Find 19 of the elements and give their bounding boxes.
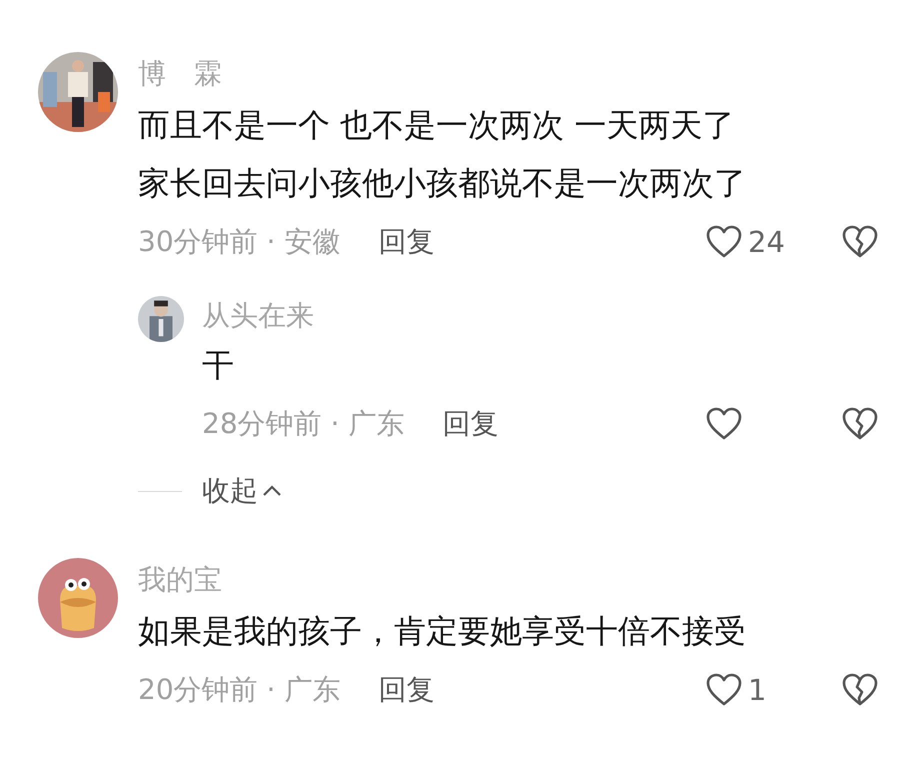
reply-button[interactable]: 回复: [378, 660, 434, 720]
time-location: 30分钟前 · 安徽: [138, 224, 340, 260]
reply-button[interactable]: 回复: [442, 394, 498, 454]
heart-icon[interactable]: [706, 407, 742, 441]
broken-heart-icon[interactable]: [842, 407, 878, 441]
comment-text: 干: [202, 345, 235, 386]
heart-icon[interactable]: [706, 225, 742, 259]
time-location: 28分钟前 · 广东: [202, 406, 404, 442]
broken-heart-icon[interactable]: [842, 225, 878, 259]
heart-icon[interactable]: [706, 673, 742, 707]
like-count: 24: [748, 224, 786, 261]
comment-text: 而且不是一个 也不是一次两次 一天两天了 家长回去问小孩他小孩都说不是一次两次了: [138, 105, 747, 204]
reply-button[interactable]: 回复: [378, 212, 434, 272]
time-location: 20分钟前 · 广东: [138, 672, 340, 708]
collapse-button[interactable]: 收起: [202, 472, 282, 510]
broken-heart-icon[interactable]: [842, 673, 878, 707]
comment-text: 如果是我的孩子，肯定要她享受十倍不接受: [138, 611, 747, 652]
like-count: 1: [748, 672, 768, 709]
chevron-up-icon: [262, 485, 282, 497]
